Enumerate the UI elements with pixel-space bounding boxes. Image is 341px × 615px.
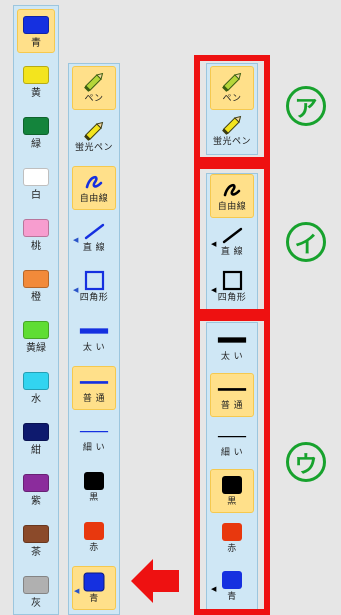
tool-label: 太 い — [82, 343, 106, 353]
color-panel: 青 黄 緑 白 桃 橙 黄緑 水 紺 紫 茶 灰 — [13, 5, 59, 615]
color-swatch — [23, 525, 49, 543]
color-button-yellow-green[interactable]: 黄緑 — [17, 315, 55, 359]
color-swatch — [23, 270, 49, 288]
color-label: 紫 — [31, 496, 41, 507]
highlight-box-a — [194, 55, 270, 163]
pen-tool-button[interactable]: ペン — [72, 66, 116, 110]
triangle-left-icon: ◀ — [73, 236, 79, 244]
thick-line-button[interactable]: 太 い — [72, 316, 116, 360]
color-button-purple[interactable]: 紫 — [17, 468, 55, 512]
color-swatch — [23, 321, 49, 339]
color-swatch — [23, 117, 49, 135]
color-label: 黄 — [31, 88, 41, 99]
color-label: 灰 — [31, 598, 41, 609]
color-button-pink[interactable]: 桃 — [17, 213, 55, 257]
circled-label-b: イ — [286, 222, 326, 262]
color-swatch — [23, 168, 49, 186]
color-swatch — [23, 576, 49, 594]
color-swatch — [23, 66, 49, 84]
color-label: 青 — [31, 38, 41, 49]
blue-swatch-icon — [79, 571, 109, 593]
color-swatch — [23, 16, 49, 34]
tool-label: 青 — [89, 594, 99, 604]
black-color-button[interactable]: 黒 — [72, 466, 116, 510]
color-label: 水 — [31, 394, 41, 405]
red-swatch-icon — [79, 520, 109, 542]
tool-label: 四角形 — [79, 293, 109, 303]
black-swatch-icon — [79, 470, 109, 492]
color-label: 桃 — [31, 241, 41, 252]
freehand-tool-button[interactable]: 自由線 — [72, 166, 116, 210]
rectangle-icon — [79, 270, 109, 292]
color-swatch — [23, 423, 49, 441]
color-button-blue[interactable]: 青 — [17, 9, 55, 53]
color-button-orange[interactable]: 橙 — [17, 264, 55, 308]
tool-label: 細 い — [82, 443, 106, 453]
color-button-green[interactable]: 緑 — [17, 111, 55, 155]
tool-label: ペン — [84, 94, 104, 104]
color-swatch — [23, 219, 49, 237]
color-label: 紺 — [31, 445, 41, 456]
color-button-gray[interactable]: 灰 — [17, 570, 55, 614]
highlighter-tool-button[interactable]: 蛍光ペン — [72, 116, 116, 160]
color-swatch — [23, 474, 49, 492]
triangle-left-icon: ◀ — [74, 587, 80, 595]
normal-line-icon — [79, 371, 109, 393]
freehand-icon — [79, 171, 109, 193]
color-button-light-blue[interactable]: 水 — [17, 366, 55, 410]
pencil-icon — [79, 71, 109, 93]
tool-label: 直 線 — [82, 243, 106, 253]
tool-label: 黒 — [89, 493, 99, 503]
normal-line-button[interactable]: 普 通 — [72, 366, 116, 410]
triangle-left-icon: ◀ — [73, 286, 79, 294]
blue-color-button[interactable]: ◀ 青 — [72, 566, 116, 610]
color-swatch — [23, 372, 49, 390]
tool-label: 自由線 — [79, 194, 109, 204]
color-label: 橙 — [31, 292, 41, 303]
thin-line-button[interactable]: 細 い — [72, 416, 116, 460]
arrow-left-icon — [131, 559, 179, 603]
thick-line-icon — [79, 320, 109, 342]
tool-label: 普 通 — [82, 394, 106, 404]
thin-line-icon — [79, 420, 109, 442]
color-label: 白 — [31, 190, 41, 201]
highlighter-icon — [79, 120, 109, 142]
highlight-box-c — [194, 315, 270, 615]
line-icon — [79, 220, 109, 242]
color-label: 黄緑 — [26, 343, 46, 354]
circled-label-c: ウ — [286, 442, 326, 482]
red-color-button[interactable]: 赤 — [72, 516, 116, 560]
rectangle-tool-button[interactable]: ◀ 四角形 — [72, 266, 116, 310]
circled-label-a: ア — [286, 86, 326, 126]
color-button-brown[interactable]: 茶 — [17, 519, 55, 563]
tool-label: 赤 — [89, 543, 99, 553]
color-button-navy[interactable]: 紺 — [17, 417, 55, 461]
highlight-box-b — [194, 163, 270, 315]
color-button-yellow[interactable]: 黄 — [17, 60, 55, 104]
tool-label: 蛍光ペン — [74, 143, 113, 153]
color-button-white[interactable]: 白 — [17, 162, 55, 206]
line-tool-button[interactable]: ◀ 直 線 — [72, 216, 116, 260]
color-label: 茶 — [31, 547, 41, 558]
tool-panel: ペン 蛍光ペン 自由線 ◀ 直 線 ◀ 四角形 太 い 普 通 細 い 黒 赤 … — [68, 63, 120, 615]
color-label: 緑 — [31, 139, 41, 150]
